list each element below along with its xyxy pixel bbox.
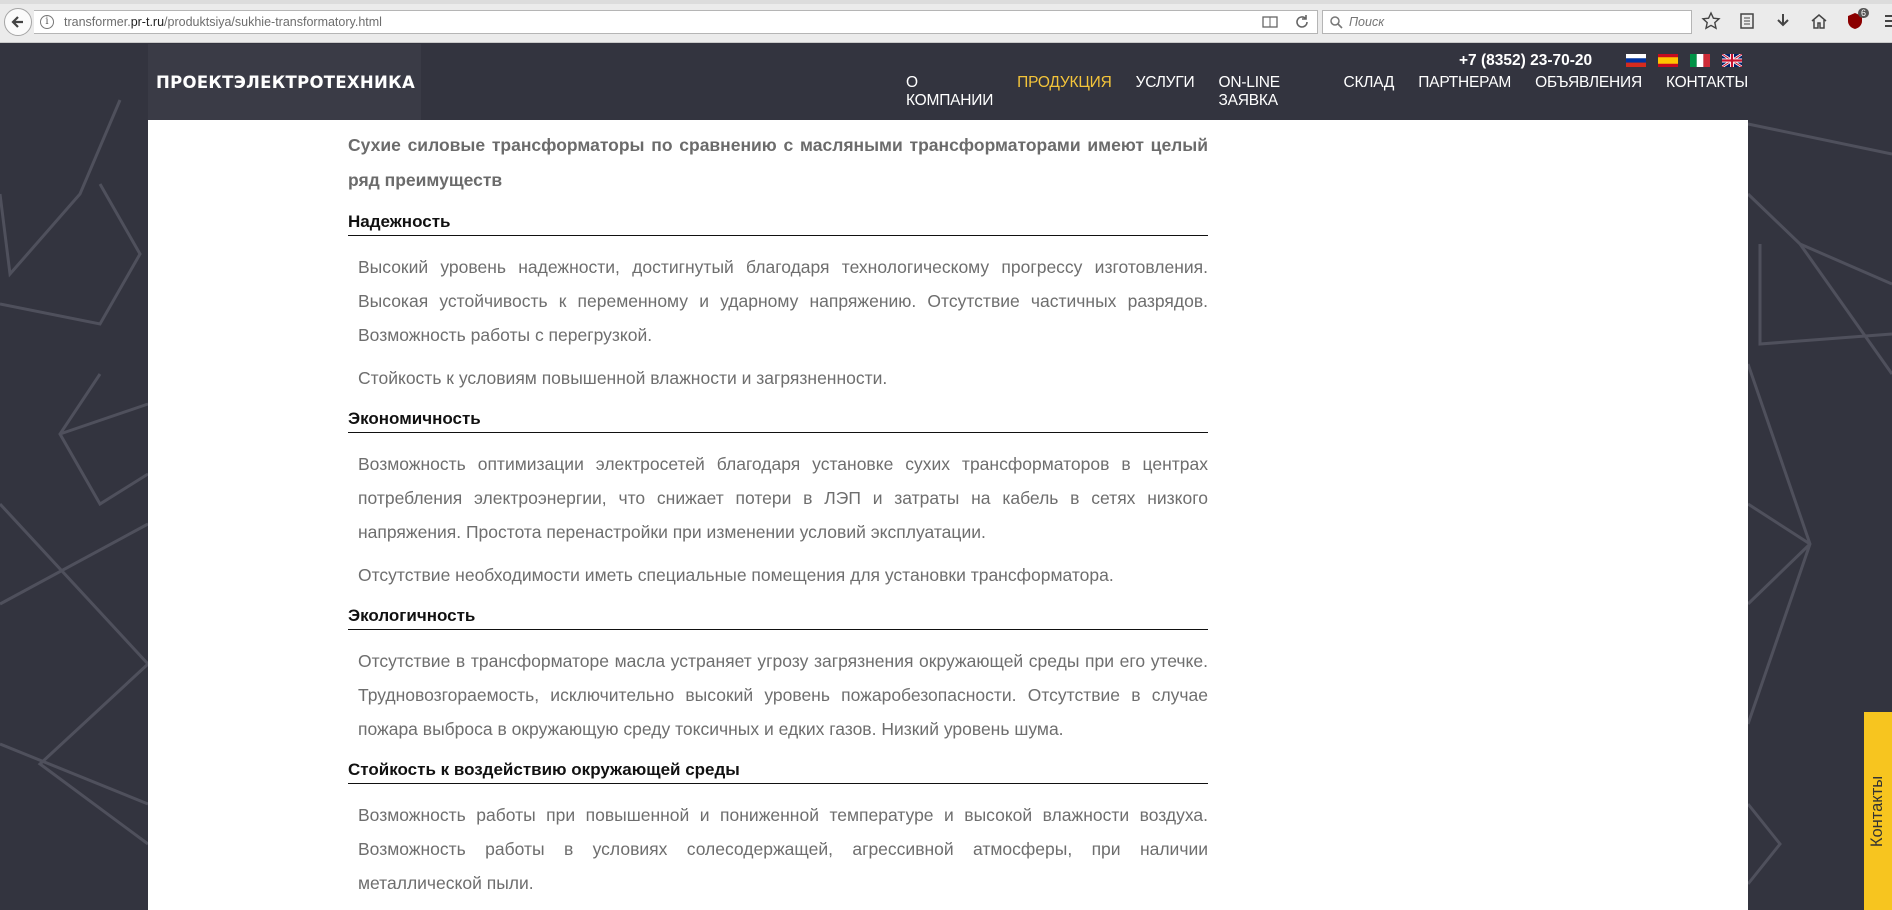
back-button[interactable] <box>4 8 32 36</box>
contacts-tab-label: Контакты <box>1868 775 1887 847</box>
flag-uk-icon[interactable] <box>1722 54 1742 67</box>
main-nav: О КОМПАНИИ ПРОДУКЦИЯ УСЛУГИ ON-LINE ЗАЯВ… <box>906 74 1748 110</box>
info-icon[interactable]: i <box>40 15 54 29</box>
reading-list-icon[interactable] <box>1736 10 1758 32</box>
site-logo[interactable]: ПРОЕКТЭЛЕКТРОТЕХНИКА <box>148 44 421 120</box>
reload-icon[interactable] <box>1293 13 1311 31</box>
nav-contacts[interactable]: КОНТАКТЫ <box>1666 74 1748 110</box>
flag-italy-icon[interactable] <box>1690 54 1710 67</box>
extension-shield-icon[interactable]: 6 <box>1844 8 1869 32</box>
nav-online-request[interactable]: ON-LINE ЗАЯВКА <box>1218 74 1319 110</box>
paragraph: Стойкость к условиям повышенной влажност… <box>358 368 888 388</box>
bookmark-star-icon[interactable] <box>1700 10 1722 32</box>
nav-about[interactable]: О КОМПАНИИ <box>906 74 993 110</box>
content-panel: Сухие силовые трансформаторы по сравнени… <box>148 120 1748 910</box>
section-title-reliability: Надежность <box>348 211 1208 236</box>
menu-icon[interactable] <box>1880 10 1892 32</box>
paragraph: Возможность оптимизации электросетей бла… <box>358 454 1208 542</box>
nav-partners[interactable]: ПАРТНЕРАМ <box>1418 74 1511 110</box>
paragraph: Возможность работы при повышенной и пони… <box>358 805 1208 893</box>
logo-text: ПРОЕКТЭЛЕКТРОТЕХНИКА <box>156 72 416 92</box>
section-title-economy: Экономичность <box>348 408 1208 433</box>
nav-announcements[interactable]: ОБЪЯВЛЕНИЯ <box>1535 74 1642 110</box>
address-bar[interactable]: i transformer.pr-t.ru/produktsiya/sukhie… <box>34 10 1318 34</box>
paragraph: Высокий уровень надежности, достигнутый … <box>358 257 1208 345</box>
section-title-ecology: Экологичность <box>348 605 1208 630</box>
url-text: transformer.pr-t.ru/produktsiya/sukhie-t… <box>64 15 382 29</box>
nav-services[interactable]: УСЛУГИ <box>1136 74 1195 110</box>
flag-russia-icon[interactable] <box>1626 54 1646 67</box>
article: Сухие силовые трансформаторы по сравнени… <box>348 120 1208 900</box>
nav-products[interactable]: ПРОДУКЦИЯ <box>1017 74 1112 110</box>
extension-badge: 6 <box>1857 8 1869 18</box>
back-arrow-icon <box>11 16 23 28</box>
browser-toolbar: i transformer.pr-t.ru/produktsiya/sukhie… <box>0 0 1892 43</box>
reader-view-icon[interactable] <box>1261 13 1279 31</box>
home-icon[interactable] <box>1808 10 1830 32</box>
download-icon[interactable] <box>1772 10 1794 32</box>
search-icon <box>1330 16 1343 29</box>
language-switcher <box>1626 54 1742 67</box>
phone-number[interactable]: +7 (8352) 23-70-20 <box>1459 52 1592 70</box>
paragraph: Отсутствие необходимости иметь специальн… <box>358 565 1114 585</box>
search-field[interactable] <box>1322 10 1692 34</box>
tab-strip <box>0 0 1892 4</box>
article-intro: Сухие силовые трансформаторы по сравнени… <box>348 135 1208 190</box>
search-input[interactable] <box>1349 15 1679 29</box>
site-header: ПРОЕКТЭЛЕКТРОТЕХНИКА +7 (8352) 23-70-20 … <box>148 44 1748 120</box>
contacts-side-tab[interactable]: Контакты <box>1864 712 1892 910</box>
nav-warehouse[interactable]: СКЛАД <box>1343 74 1394 110</box>
section-title-environment-resistance: Стойкость к воздействию окружающей среды <box>348 759 1208 784</box>
page-viewport: ПРОЕКТЭЛЕКТРОТЕХНИКА +7 (8352) 23-70-20 … <box>0 44 1892 910</box>
paragraph: Отсутствие в трансформаторе масла устран… <box>358 651 1208 739</box>
flag-spain-icon[interactable] <box>1658 54 1678 67</box>
